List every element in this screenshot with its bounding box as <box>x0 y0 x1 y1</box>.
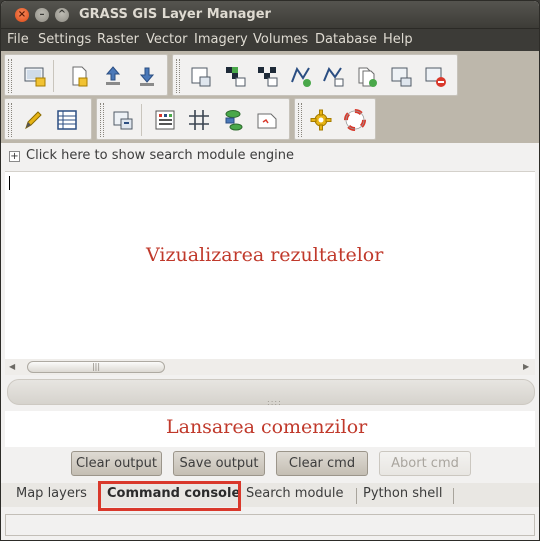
add-vector-icon[interactable] <box>289 64 313 88</box>
modeler-icon[interactable] <box>221 108 245 132</box>
command-annotation: Lansarea comenzilor <box>166 416 368 438</box>
clear-output-button[interactable]: Clear output <box>71 451 162 476</box>
toolbar-analysis <box>96 98 290 140</box>
text-cursor <box>9 176 10 190</box>
add-group-icon[interactable] <box>355 64 379 88</box>
pane-sash[interactable]: :::: <box>267 398 282 407</box>
active-tab-highlight <box>98 481 241 511</box>
calculator-icon[interactable] <box>153 108 177 132</box>
add-vector-misc-icon[interactable] <box>321 64 345 88</box>
toolbar-display <box>4 54 168 96</box>
menu-volumes[interactable]: Volumes <box>253 32 308 47</box>
menu-settings[interactable]: Settings <box>38 32 91 47</box>
add-overlay-icon[interactable] <box>389 64 413 88</box>
clear-cmd-button[interactable]: Clear cmd <box>276 451 368 476</box>
settings-icon[interactable] <box>309 108 333 132</box>
title-bar: × – ^ GRASS GIS Layer Manager <box>1 1 539 29</box>
expand-plus-icon[interactable]: + <box>9 151 20 162</box>
scroll-left-icon[interactable]: ◀ <box>9 362 15 371</box>
digitize-icon[interactable] <box>21 108 45 132</box>
maximize-window-icon[interactable]: ^ <box>55 8 69 22</box>
minimize-window-icon[interactable]: – <box>35 8 49 22</box>
toolbar-separator <box>53 60 54 92</box>
toolbar-area <box>1 51 539 143</box>
import-icon[interactable] <box>135 64 159 88</box>
toolbar-grip[interactable] <box>176 59 180 93</box>
horizontal-scrollbar[interactable]: ◀ ||| ▶ <box>5 359 535 375</box>
menu-raster[interactable]: Raster <box>97 32 139 47</box>
status-bar <box>5 514 535 536</box>
menu-imagery[interactable]: Imagery <box>194 32 248 47</box>
menu-bar: File Settings Raster Vector Imagery Volu… <box>1 29 539 51</box>
command-area: Lansarea comenzilor <box>5 411 535 447</box>
notebook-tabs: Map layers Command console Search module… <box>1 483 539 507</box>
window-title: GRASS GIS Layer Manager <box>79 7 271 22</box>
toolbar-grip[interactable] <box>100 103 104 137</box>
nviz-icon[interactable] <box>255 108 279 132</box>
toolbar-separator <box>141 104 142 136</box>
layer-manager-window: × – ^ GRASS GIS Layer Manager File Setti… <box>0 0 540 541</box>
tab-search-module[interactable]: Search module <box>246 486 344 501</box>
add-raster-misc-icon[interactable] <box>223 64 247 88</box>
scrollbar-thumb[interactable]: ||| <box>27 361 165 373</box>
output-console[interactable]: Vizualizarea rezultatelor <box>5 171 535 359</box>
toolbar-misc <box>294 98 376 140</box>
toolbar-layers <box>172 54 458 96</box>
menu-vector[interactable]: Vector <box>146 32 187 47</box>
load-workspace-icon[interactable] <box>101 64 125 88</box>
close-window-icon[interactable]: × <box>15 8 29 22</box>
toolbar-grip[interactable] <box>8 103 12 137</box>
add-raster-overlay-icon[interactable] <box>255 64 279 88</box>
remove-layer-icon[interactable] <box>423 64 447 88</box>
output-annotation: Vizualizarea rezultatelor <box>146 244 384 266</box>
menu-database[interactable]: Database <box>315 32 377 47</box>
tab-divider <box>453 488 454 504</box>
menu-file[interactable]: File <box>7 32 29 47</box>
new-display-icon[interactable] <box>23 64 47 88</box>
save-output-button[interactable]: Save output <box>173 451 265 476</box>
menu-help[interactable]: Help <box>383 32 413 47</box>
toolbar-tools <box>4 98 92 140</box>
attribute-table-icon[interactable] <box>55 108 79 132</box>
abort-cmd-button: Abort cmd <box>379 451 471 476</box>
toolbar-grip[interactable] <box>298 103 302 137</box>
add-raster-icon[interactable] <box>189 64 213 88</box>
search-toggle-label: Click here to show search module engine <box>26 148 294 163</box>
tab-divider <box>356 488 357 504</box>
tab-python-shell[interactable]: Python shell <box>363 486 442 501</box>
scroll-right-icon[interactable]: ▶ <box>523 362 529 371</box>
search-module-toggle[interactable]: + Click here to show search module engin… <box>5 147 535 167</box>
new-workspace-icon[interactable] <box>67 64 91 88</box>
georectify-icon[interactable] <box>111 108 135 132</box>
toolbar-grip[interactable] <box>8 59 12 93</box>
grid-icon[interactable] <box>187 108 211 132</box>
help-icon[interactable] <box>343 108 367 132</box>
tab-map-layers[interactable]: Map layers <box>16 486 87 501</box>
